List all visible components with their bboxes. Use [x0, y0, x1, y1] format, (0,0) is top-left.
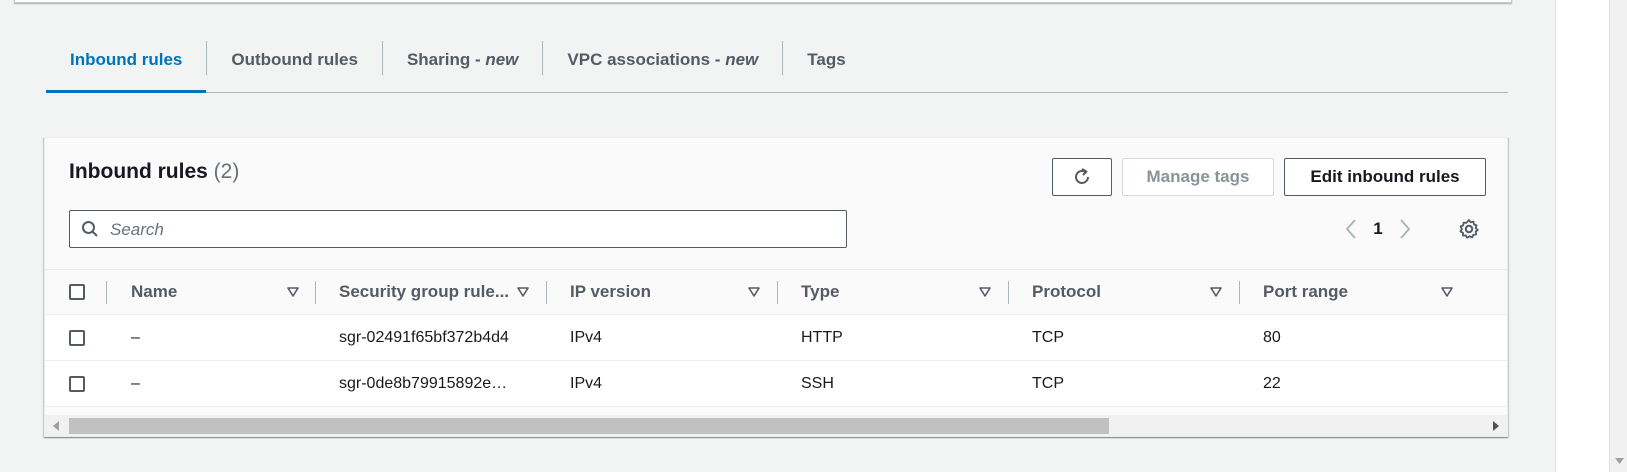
sort-triangle-icon[interactable] [517, 287, 529, 297]
scroll-left-arrow-icon[interactable] [53, 421, 59, 431]
table-header: Name Security group rule... IP version T… [45, 269, 1507, 315]
column-divider[interactable] [315, 281, 316, 304]
tab-label: Inbound rules [70, 50, 183, 69]
scroll-right-arrow-icon[interactable] [1493, 421, 1499, 431]
tab-new-badge: new [485, 50, 519, 69]
cell-port-range: 22 [1263, 375, 1281, 392]
column-header-type[interactable]: Type [801, 270, 839, 314]
tab-vpc-associations[interactable]: VPC associations - new [543, 40, 782, 92]
column-header-name[interactable]: Name [131, 270, 177, 314]
column-header-ip-version[interactable]: IP version [570, 270, 651, 314]
gear-icon[interactable] [1458, 218, 1480, 240]
cell-ip-version: IPv4 [570, 329, 603, 346]
manage-tags-button[interactable]: Manage tags [1122, 158, 1274, 196]
chevron-right-icon[interactable] [1398, 218, 1412, 240]
cell-type: SSH [801, 375, 834, 392]
column-label: Port range [1263, 282, 1349, 301]
previous-panel-edge [14, 0, 1512, 3]
column-divider[interactable] [777, 281, 778, 304]
select-all-checkbox[interactable] [69, 284, 85, 300]
cell-type: HTTP [801, 329, 843, 346]
sort-triangle-icon[interactable] [1210, 287, 1222, 297]
tab-tags[interactable]: Tags [783, 40, 869, 92]
cell-rule-id: sgr-0de8b79915892e… [339, 375, 508, 392]
current-page-number[interactable]: 1 [1358, 219, 1398, 239]
column-divider[interactable] [1239, 281, 1240, 304]
column-divider[interactable] [1008, 281, 1009, 304]
chevron-left-icon[interactable] [1344, 218, 1358, 240]
tab-outbound-rules[interactable]: Outbound rules [207, 40, 382, 92]
cell-rule-id: sgr-02491f65bf372b4d4 [339, 329, 509, 346]
tab-label: Outbound rules [231, 50, 358, 69]
rule-count: (2) [213, 160, 240, 183]
cell-protocol: TCP [1032, 375, 1064, 392]
column-header-port-range[interactable]: Port range [1263, 270, 1348, 314]
row-checkbox[interactable] [69, 376, 85, 392]
tab-bar: Inbound rules Outbound rules Sharing - n… [46, 40, 1508, 93]
column-divider [106, 281, 107, 304]
search-icon [82, 221, 98, 237]
panel-title: Inbound rules (2) [69, 160, 239, 184]
tab-new-badge: new [725, 50, 759, 69]
table-row[interactable]: – sgr-02491f65bf372b4d4 IPv4 HTTP TCP 80 [45, 315, 1507, 361]
edit-inbound-rules-button[interactable]: Edit inbound rules [1284, 158, 1486, 196]
inbound-rules-panel: Inbound rules (2) Manage tags Edit inbou… [44, 137, 1508, 437]
tab-sharing[interactable]: Sharing - new [383, 40, 542, 92]
cell-ip-version: IPv4 [570, 375, 603, 392]
sort-triangle-icon[interactable] [979, 287, 991, 297]
right-side-panel [1555, 0, 1610, 472]
column-label: IP version [570, 282, 651, 301]
tab-label: Sharing - [406, 50, 486, 69]
column-header-protocol[interactable]: Protocol [1032, 270, 1101, 314]
cell-protocol: TCP [1032, 329, 1064, 346]
sort-triangle-icon[interactable] [748, 287, 760, 297]
column-label: Name [131, 282, 178, 301]
tab-inbound-rules[interactable]: Inbound rules [46, 40, 207, 93]
tab-label: VPC associations - [567, 50, 726, 69]
sort-triangle-icon[interactable] [287, 287, 299, 297]
column-divider[interactable] [546, 281, 547, 304]
panel-title-text: Inbound rules [69, 160, 208, 183]
scroll-down-arrow-icon[interactable] [1615, 458, 1624, 464]
table-horizontal-scrollbar[interactable] [45, 415, 1507, 436]
column-label: Type [801, 282, 840, 301]
search-field[interactable] [69, 210, 847, 248]
column-label: Security group rule... [339, 282, 510, 301]
tab-label: Tags [807, 50, 846, 69]
sort-triangle-icon[interactable] [1441, 287, 1453, 297]
column-header-rule-id[interactable]: Security group rule... [339, 270, 509, 314]
column-label: Protocol [1032, 282, 1101, 301]
refresh-icon [1075, 168, 1089, 184]
cell-name: – [131, 329, 140, 346]
scrollbar-thumb[interactable] [69, 418, 1109, 434]
search-input[interactable] [108, 215, 832, 245]
rules-table: Name Security group rule... IP version T… [45, 269, 1507, 415]
pagination: 1 [1344, 218, 1412, 240]
cell-name: – [131, 375, 140, 392]
refresh-button[interactable] [1052, 158, 1112, 196]
table-row[interactable]: – sgr-0de8b79915892e… IPv4 SSH TCP 22 [45, 361, 1507, 407]
cell-port-range: 80 [1263, 329, 1281, 346]
row-checkbox[interactable] [69, 330, 85, 346]
page-vertical-scrollbar[interactable] [1609, 0, 1627, 472]
